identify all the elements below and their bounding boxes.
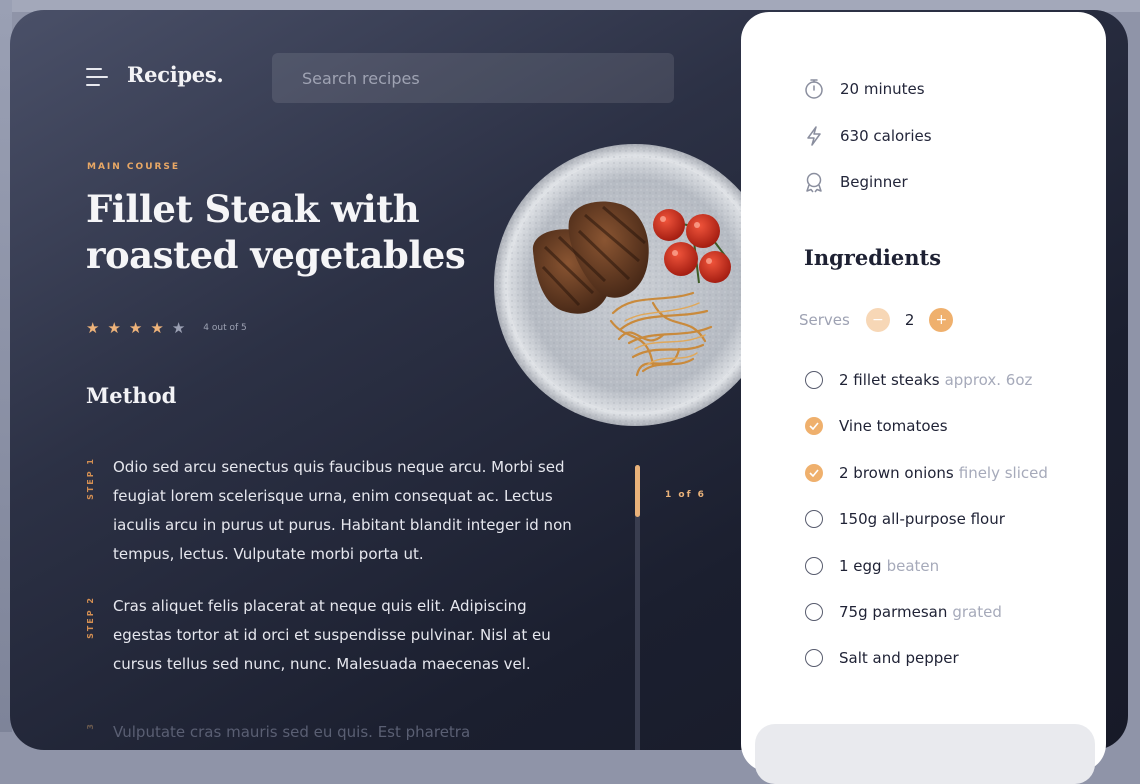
ingredient-name: 2 fillet steaks [839,371,940,389]
ingredient-item[interactable]: Vine tomatoes [805,417,948,435]
star-icon: ★ [107,319,121,337]
ingredient-name: Salt and pepper [839,649,959,667]
ingredient-name: Vine tomatoes [839,417,948,435]
decrease-serves-button[interactable]: − [865,308,890,332]
ingredient-name: 75g parmesan [839,603,948,621]
award-icon [806,172,822,193]
prep-time: 20 minutes [803,78,925,100]
search-bar [272,53,674,103]
step-label: 3 [86,722,95,730]
ingredient-item[interactable]: 2 fillet steaks approx. 6oz [805,371,1032,389]
ingredient-item[interactable]: Salt and pepper [805,649,959,667]
step-label: STEP 2 [86,596,95,639]
method-step: STEP 2 Cras aliquet felis placerat at ne… [86,596,586,686]
increase-serves-button[interactable]: + [929,308,954,332]
ingredient-item[interactable]: 1 egg beaten [805,557,939,575]
ingredient-name: 150g all-purpose flour [839,510,1005,528]
difficulty-text: Beginner [840,173,908,191]
serves-control: Serves − 2 + [799,308,954,332]
calories: 630 calories [803,125,932,147]
star-icon: ★ [128,319,143,337]
ingredient-item[interactable]: 75g parmesan grated [805,603,1002,621]
step-text: Cras aliquet felis placerat at neque qui… [113,597,551,673]
calories-text: 630 calories [840,127,932,145]
difficulty: Beginner [803,171,908,193]
checkbox-icon[interactable] [805,557,823,575]
ingredient-name: 1 egg [839,557,882,575]
search-input[interactable] [272,53,674,103]
serves-count: 2 [904,311,915,329]
checkbox-icon[interactable] [805,371,823,389]
ingredient-item[interactable]: 150g all-purpose flour [805,510,1005,528]
recipe-rating: ★ ★ ★ ★ ★ 4 out of 5 [86,318,247,338]
ingredient-name: 2 brown onions [839,464,954,482]
ingredients-heading: Ingredients [804,245,942,270]
step-label: STEP 1 [86,457,95,500]
method-step: 3 Vulputate cras mauris sed eu quis. Est… [86,722,586,750]
star-icon: ★ [150,319,164,337]
check-icon[interactable] [805,464,823,482]
timer-icon [805,79,823,99]
recipe-category: MAIN COURSE [87,162,181,172]
serves-label: Serves [799,311,850,329]
method-heading: Method [86,383,177,408]
checkbox-icon[interactable] [805,649,823,667]
check-icon[interactable] [805,417,823,435]
step-text: Odio sed arcu senectus quis faucibus neq… [113,458,572,563]
recipe-title: Fillet Steak with roasted vegetables [86,187,466,277]
prep-time-text: 20 minutes [840,80,925,98]
star-icon: ★ [86,319,100,337]
menu-icon[interactable] [86,68,108,88]
lightning-icon [807,126,821,146]
panel-bottom-button[interactable] [755,724,1095,784]
steps-scroll-thumb[interactable] [635,465,640,517]
rating-label: 4 out of 5 [203,323,247,333]
star-icon: ★ [171,319,186,337]
ingredient-note: beaten [886,557,940,575]
dish-image [494,144,776,426]
steps-pager: 1 of 6 [665,490,706,500]
brand-logo: Recipes. [127,62,224,87]
ingredient-item[interactable]: 2 brown onions finely sliced [805,464,1048,482]
method-step: STEP 1 Odio sed arcu senectus quis fauci… [86,457,586,577]
checkbox-icon[interactable] [805,510,823,528]
checkbox-icon[interactable] [805,603,823,621]
ingredient-note: approx. 6oz [944,371,1033,389]
ingredient-note: grated [952,603,1002,621]
ingredient-note: finely sliced [958,464,1048,482]
details-panel: 20 minutes 630 calories Beginner Ingredi… [741,12,1106,784]
step-text: Vulputate cras mauris sed eu quis. Est p… [113,723,471,741]
